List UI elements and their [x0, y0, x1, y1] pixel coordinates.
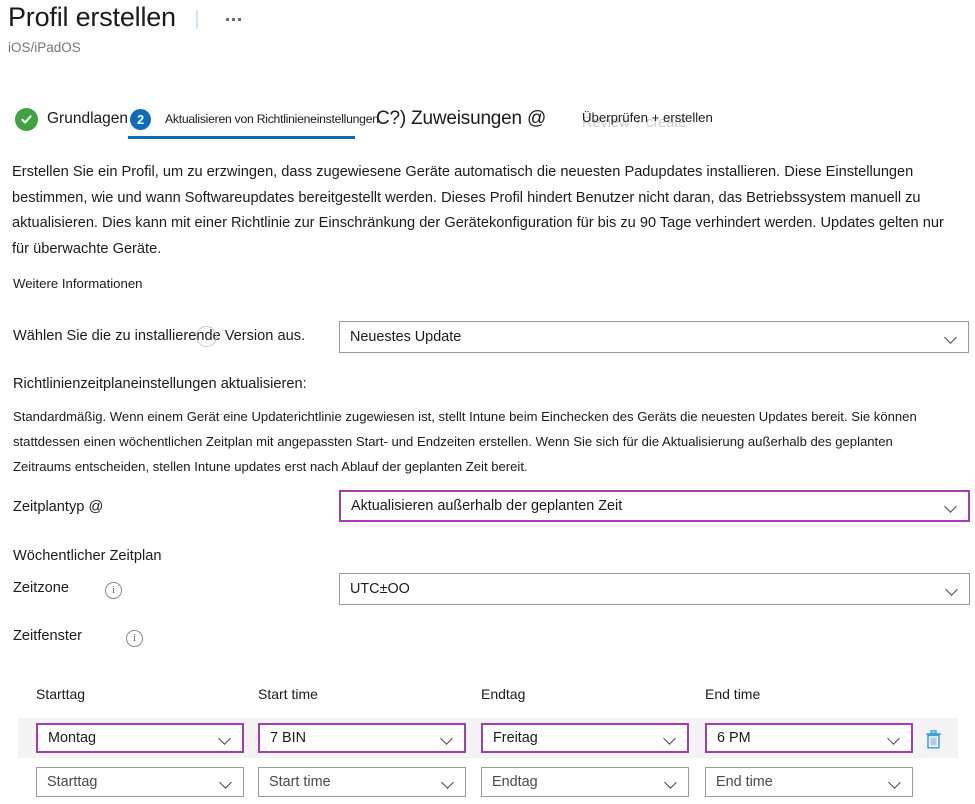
column-header-start-day: Starttag — [36, 686, 86, 702]
start-day-select[interactable]: Starttag — [36, 767, 244, 797]
column-header-end-time: End time — [705, 686, 761, 702]
end-time-select[interactable]: End time — [705, 767, 913, 797]
end-day-select[interactable]: Endtag — [481, 767, 689, 797]
chevron-down-icon — [889, 776, 902, 789]
schedule-type-select[interactable]: Aktualisieren außerhalb der geplanten Ze… — [339, 490, 970, 522]
info-icon[interactable]: i — [126, 630, 143, 647]
chevron-down-icon — [219, 732, 232, 745]
start-time-value: 7 BIN — [270, 730, 306, 746]
create-profile-page: Profil erstellen iOS/iPadOS Grundlagen 2… — [0, 0, 975, 804]
version-label: Wählen Sie die zu installierende Version… — [13, 328, 306, 344]
page-subtitle: iOS/iPadOS — [8, 40, 81, 55]
policy-schedule-heading: Richtlinienzeitplaneinstellungen aktuali… — [13, 376, 307, 392]
column-header-start-time: Start time — [258, 686, 318, 702]
timezone-select-value: UTC±OO — [350, 581, 410, 597]
table-row: Montag 7 BIN Freitag 6 PM — [18, 718, 958, 758]
time-window-label: Zeitfenster — [13, 628, 82, 644]
check-circle-icon — [15, 108, 38, 131]
table-row: Starttag Start time Endtag End time — [18, 762, 958, 802]
chevron-down-icon — [664, 732, 677, 745]
chevron-down-icon — [441, 732, 454, 745]
tab-zuweisungen[interactable]: C?) Zuweisungen @ — [376, 108, 546, 130]
active-tab-underline — [128, 136, 355, 139]
start-time-select[interactable]: 7 BIN — [258, 723, 466, 753]
ghost-cursor-icon — [196, 326, 217, 347]
learn-more-link[interactable]: Weitere Informationen — [13, 276, 143, 291]
start-day-select[interactable]: Montag — [36, 723, 244, 753]
chevron-down-icon — [442, 776, 455, 789]
tab-grundlagen[interactable]: Grundlagen — [47, 110, 128, 128]
end-day-select[interactable]: Freitag — [481, 723, 689, 753]
start-day-placeholder: Starttag — [47, 774, 98, 790]
intro-paragraph: Erstellen Sie ein Profil, um zu erzwinge… — [12, 164, 944, 257]
chevron-down-icon — [220, 776, 233, 789]
title-caret — [196, 10, 198, 29]
tab-review-create[interactable]: Review + create Überprüfen + erstellen — [582, 104, 752, 134]
schedule-type-select-value: Aktualisieren außerhalb der geplanten Ze… — [351, 498, 623, 514]
end-time-placeholder: End time — [716, 774, 773, 790]
ellipsis-dot — [226, 18, 229, 21]
tab-update-policy-settings[interactable]: Aktualisieren von Richtlinieneinstellung… — [165, 112, 379, 126]
chevron-down-icon — [945, 331, 958, 344]
page-title: Profil erstellen — [8, 2, 176, 32]
tab-step-badge: 2 — [130, 109, 151, 130]
chevron-down-icon — [945, 500, 958, 513]
timezone-label: Zeitzone — [13, 580, 69, 596]
chevron-down-icon — [946, 583, 959, 596]
end-time-value: 6 PM — [717, 730, 751, 746]
ellipsis-dot — [232, 18, 235, 21]
weekly-schedule-heading: Wöchentlicher Zeitplan — [13, 548, 162, 564]
trash-icon[interactable] — [921, 726, 945, 752]
tab-review-label: Überprüfen + erstellen — [582, 110, 713, 125]
end-day-placeholder: Endtag — [492, 774, 538, 790]
ellipsis-dot — [238, 18, 241, 21]
chevron-down-icon — [888, 732, 901, 745]
ellipsis-icon[interactable] — [226, 18, 241, 21]
start-time-placeholder: Start time — [269, 774, 331, 790]
timezone-select[interactable]: UTC±OO — [339, 573, 970, 605]
start-time-select[interactable]: Start time — [258, 767, 466, 797]
version-select[interactable]: Neuestes Update — [339, 321, 969, 353]
policy-schedule-description: Standardmäßig. Wenn einem Gerät eine Upd… — [13, 409, 917, 474]
info-icon[interactable]: i — [105, 582, 122, 599]
version-select-value: Neuestes Update — [350, 329, 462, 345]
end-day-value: Freitag — [493, 730, 538, 746]
start-day-value: Montag — [48, 730, 96, 746]
schedule-type-label: Zeitplantyp @ — [13, 499, 104, 515]
end-time-select[interactable]: 6 PM — [705, 723, 913, 753]
column-header-end-day: Endtag — [481, 686, 526, 702]
chevron-down-icon — [665, 776, 678, 789]
